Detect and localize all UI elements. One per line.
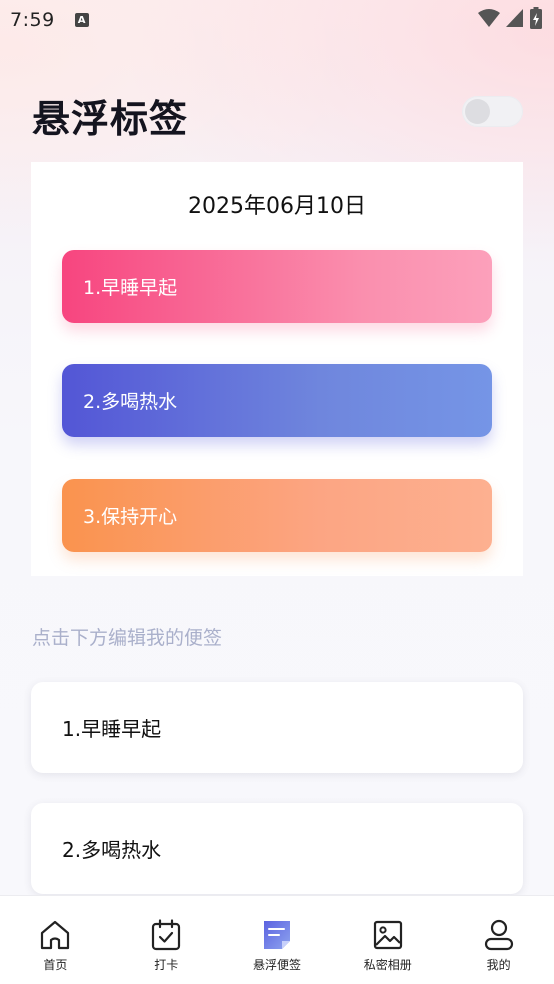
status-icons [478,7,542,29]
tab-label: 悬浮便签 [252,958,301,972]
floating-tag-1[interactable]: 1.早睡早起 [62,250,492,323]
signal-icon [506,9,523,27]
profile-icon [482,918,516,952]
floating-tag-3[interactable]: 3.保持开心 [62,479,492,552]
toggle-knob [465,99,490,124]
edit-hint-text: 点击下方编辑我的便签 [32,627,223,649]
photo-album-icon [371,918,405,952]
tab-label: 我的 [486,958,511,972]
floating-tag-2[interactable]: 2.多喝热水 [62,364,492,437]
tab-label: 打卡 [154,958,179,972]
tab-checkin[interactable]: 打卡 [111,896,222,984]
sticky-note-icon [260,918,294,952]
note-label: 2.多喝热水 [62,838,162,862]
status-bar: 7:59 A [0,0,554,40]
page-title: 悬浮标签 [32,97,189,141]
floating-tag-label: 2.多喝热水 [83,391,178,413]
tab-private-album[interactable]: 私密相册 [332,896,443,984]
card-date: 2025年06月10日 [188,194,366,219]
status-time: 7:59 [10,9,55,31]
floating-toggle-switch[interactable] [462,96,523,127]
note-item-2[interactable]: 2.多喝热水 [31,803,523,894]
calendar-check-icon [149,918,183,952]
tab-home[interactable]: 首页 [0,896,111,984]
tab-label: 私密相册 [363,958,412,972]
note-item-1[interactable]: 1.早睡早起 [31,682,523,773]
notification-a-icon: A [74,13,89,27]
tab-profile[interactable]: 我的 [443,896,554,984]
bottom-tab-bar: 首页 打卡 悬浮便签 私密相册 我的 [0,895,554,984]
floating-tag-label: 1.早睡早起 [83,277,178,299]
home-icon [38,918,72,952]
floating-tag-label: 3.保持开心 [83,506,178,528]
battery-icon [530,7,542,29]
wifi-icon [478,9,500,27]
tab-label: 首页 [43,958,68,972]
tab-floating-notes[interactable]: 悬浮便签 [222,896,333,984]
note-label: 1.早睡早起 [62,717,162,741]
